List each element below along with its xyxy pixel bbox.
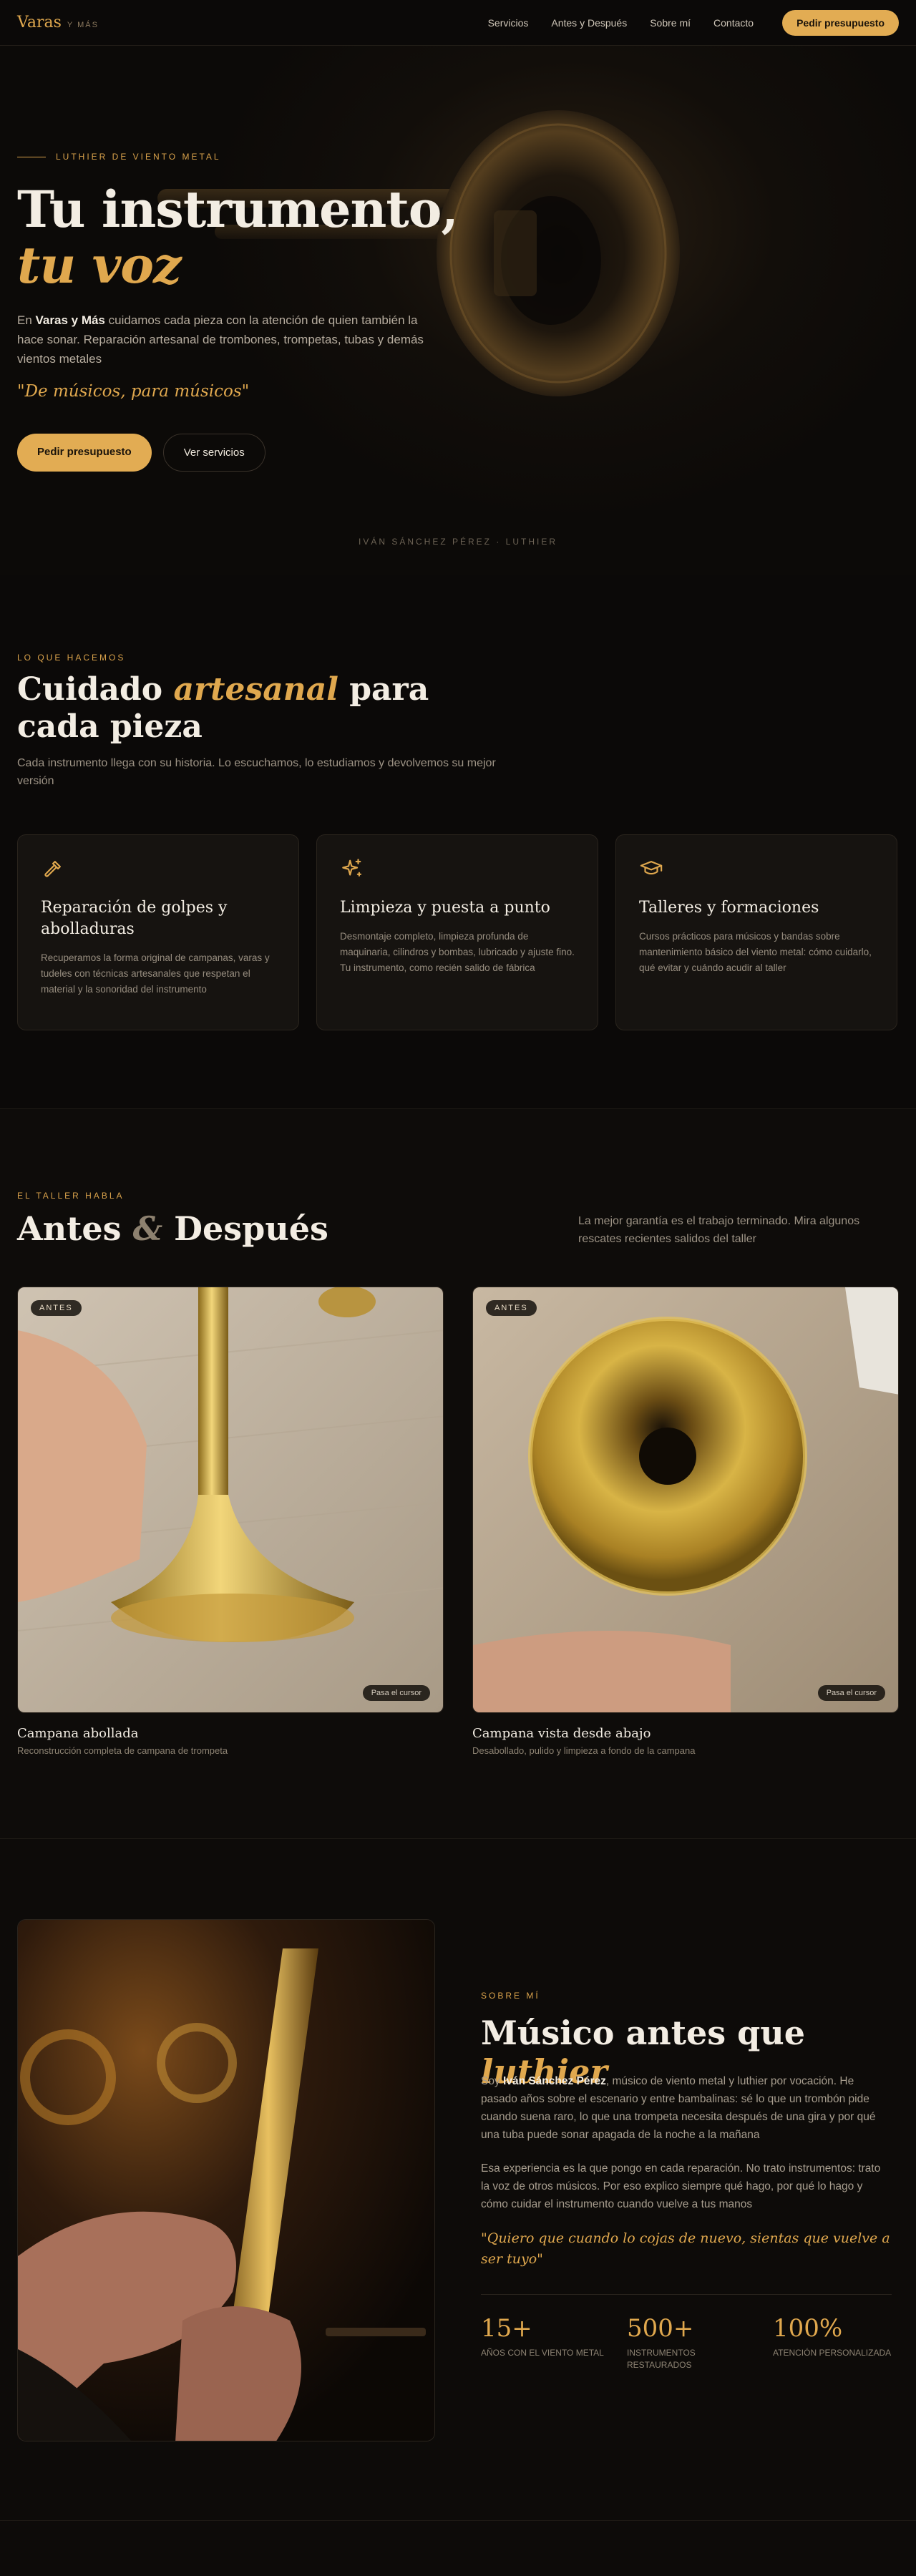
hero-title-line2: tu voz: [17, 235, 182, 295]
about-quote: "Quiero que cuando lo cojas de nuevo, si…: [481, 2230, 890, 2267]
logo-sub: Y MÁS: [67, 21, 99, 29]
view-services-button[interactable]: Ver servicios: [162, 434, 265, 472]
about-paragraph-1: Soy Iván Sánchez Pérez, músico de viento…: [481, 2072, 892, 2144]
before-after-title-amp: &: [132, 1209, 163, 1248]
luthier-hands-photo: [18, 1920, 434, 2441]
stat-label: ATENCIÓN PERSONALIZADA: [773, 2348, 892, 2358]
hover-hint: Pasa el cursor: [817, 1685, 885, 1701]
hero-kicker-text: LUTHIER DE VIENTO METAL: [56, 152, 221, 162]
logo[interactable]: Varas Y MÁS: [17, 14, 99, 31]
before-after-title-a: Antes: [17, 1209, 133, 1248]
nav-link-contacto[interactable]: Contacto: [713, 17, 754, 29]
hero-description: En Varas y Más cuidamos cada pieza con l…: [17, 311, 432, 369]
before-after-caption: Campana vista desde abajo: [472, 1726, 651, 1741]
stat-label: AÑOS CON EL VIENTO METAL: [481, 2348, 604, 2358]
services-kicker: LO QUE HACEMOS: [17, 653, 126, 663]
nav-cta-button[interactable]: Pedir presupuesto: [782, 9, 899, 36]
services-section: LO QUE HACEMOS Cuidado artesanal para ca…: [0, 575, 916, 1109]
hero-quote: "De músicos, para músicos": [17, 382, 250, 401]
nav-link-servicios[interactable]: Servicios: [488, 17, 529, 29]
service-card-workshops[interactable]: Talleres y formaciones Cursos prácticos …: [615, 834, 897, 1030]
before-badge: ANTES: [486, 1300, 537, 1316]
hero-section: LUTHIER DE VIENTO METAL Tu instrumento, …: [0, 46, 916, 575]
service-card-title: Talleres y formaciones: [639, 899, 819, 917]
service-card-cleaning[interactable]: Limpieza y puesta a punto Desmontaje com…: [316, 834, 598, 1030]
hero-buttons: Pedir presupuesto Ver servicios: [17, 434, 265, 472]
hover-hint: Pasa el cursor: [362, 1685, 430, 1701]
before-after-section: EL TALLER HABLA Antes & Después La mejor…: [0, 1109, 916, 1839]
about-divider: [481, 2294, 892, 2295]
hammer-icon: [44, 861, 61, 877]
before-after-card-2: ANTES Pasa el cursor Campana vista desde…: [472, 1287, 899, 1756]
about-title-a: Músico antes que: [481, 2014, 805, 2052]
before-badge: ANTES: [31, 1300, 82, 1316]
nav-links: Servicios Antes y Después Sobre mí Conta…: [488, 9, 899, 36]
request-quote-button[interactable]: Pedir presupuesto: [17, 434, 152, 472]
stat-number: 15+: [481, 2314, 532, 2343]
services-subtitle: Cada instrumento llega con su historia. …: [17, 757, 496, 787]
stat-label: INSTRUMENTOS RESTAURADOS: [627, 2348, 696, 2370]
before-after-title: Antes & Después: [17, 1209, 328, 1248]
graduation-cap-icon: [640, 861, 663, 875]
sparkles-icon: [342, 859, 362, 877]
stat-attention: 100% ATENCIÓN PERSONALIZADA: [773, 2314, 916, 2371]
services-title: Cuidado artesanal para cada pieza: [17, 671, 518, 746]
before-after-caption-sub: Desabollado, pulido y limpieza a fondo d…: [472, 1745, 696, 1756]
services-title-em: artesanal: [173, 671, 338, 708]
before-after-side-text: La mejor garantía es el trabajo terminad…: [578, 1215, 860, 1245]
about-kicker: SOBRE MÍ: [481, 1991, 540, 2001]
stat-instruments: 500+ INSTRUMENTOS RESTAURADOS: [627, 2314, 773, 2371]
service-card-title: Limpieza y puesta a punto: [340, 899, 550, 917]
service-card-text: Cursos prácticos para músicos y bandas s…: [639, 931, 872, 973]
about-section: SOBRE MÍ Músico antes que luthier Soy Iv…: [0, 1839, 916, 2576]
nav-link-antes-despues[interactable]: Antes y Después: [551, 17, 627, 29]
hero-signature: IVÁN SÁNCHEZ PÉREZ · LUTHIER: [358, 537, 558, 547]
services-cards: Reparación de golpes y abolladuras Recup…: [17, 834, 897, 1030]
hero-kicker: LUTHIER DE VIENTO METAL: [17, 152, 221, 162]
about-photo: [17, 1919, 435, 2441]
stats-row: 15+ AÑOS CON EL VIENTO METAL 500+ INSTRU…: [481, 2314, 916, 2371]
before-after-image-2[interactable]: ANTES Pasa el cursor: [472, 1287, 899, 1713]
service-card-title: Reparación de golpes y abolladuras: [41, 899, 228, 938]
before-after-title-b: Después: [162, 1209, 328, 1248]
about-p1-name: Iván Sánchez Pérez: [503, 2075, 606, 2087]
hero-desc-brand: Varas y Más: [35, 313, 105, 327]
top-nav: Varas Y MÁS Servicios Antes y Después So…: [0, 0, 916, 46]
services-title-a: Cuidado: [17, 671, 174, 708]
before-after-card-1: ANTES Pasa el cursor Campana abollada Re…: [17, 1287, 444, 1756]
stat-years: 15+ AÑOS CON EL VIENTO METAL: [481, 2314, 627, 2371]
service-card-text: Desmontaje completo, limpieza profunda d…: [340, 931, 575, 973]
hero-title: Tu instrumento, tu voz: [17, 180, 459, 295]
hero-desc-prefix: En: [17, 313, 36, 327]
nav-link-sobre-mi[interactable]: Sobre mí: [650, 17, 691, 29]
stat-number: 100%: [773, 2314, 843, 2343]
about-p1-prefix: Soy: [481, 2075, 504, 2087]
section-divider: [0, 2520, 916, 2521]
stat-number: 500+: [627, 2314, 694, 2343]
before-after-caption-sub: Reconstrucción completa de campana de tr…: [17, 1745, 228, 1756]
logo-main: Varas: [17, 14, 62, 31]
about-paragraph-2: Esa experiencia es la que pongo en cada …: [481, 2162, 881, 2210]
trumpet-bell-photo: [18, 1287, 443, 1712]
hero-title-line1: Tu instrumento,: [17, 180, 459, 239]
trumpet-bell-bottom-photo: [473, 1287, 898, 1712]
before-after-image-1[interactable]: ANTES Pasa el cursor: [17, 1287, 444, 1713]
before-after-caption: Campana abollada: [17, 1726, 139, 1741]
before-after-kicker: EL TALLER HABLA: [17, 1191, 125, 1201]
service-card-repair[interactable]: Reparación de golpes y abolladuras Recup…: [17, 834, 299, 1030]
service-card-text: Recuperamos la forma original de campana…: [41, 952, 270, 995]
